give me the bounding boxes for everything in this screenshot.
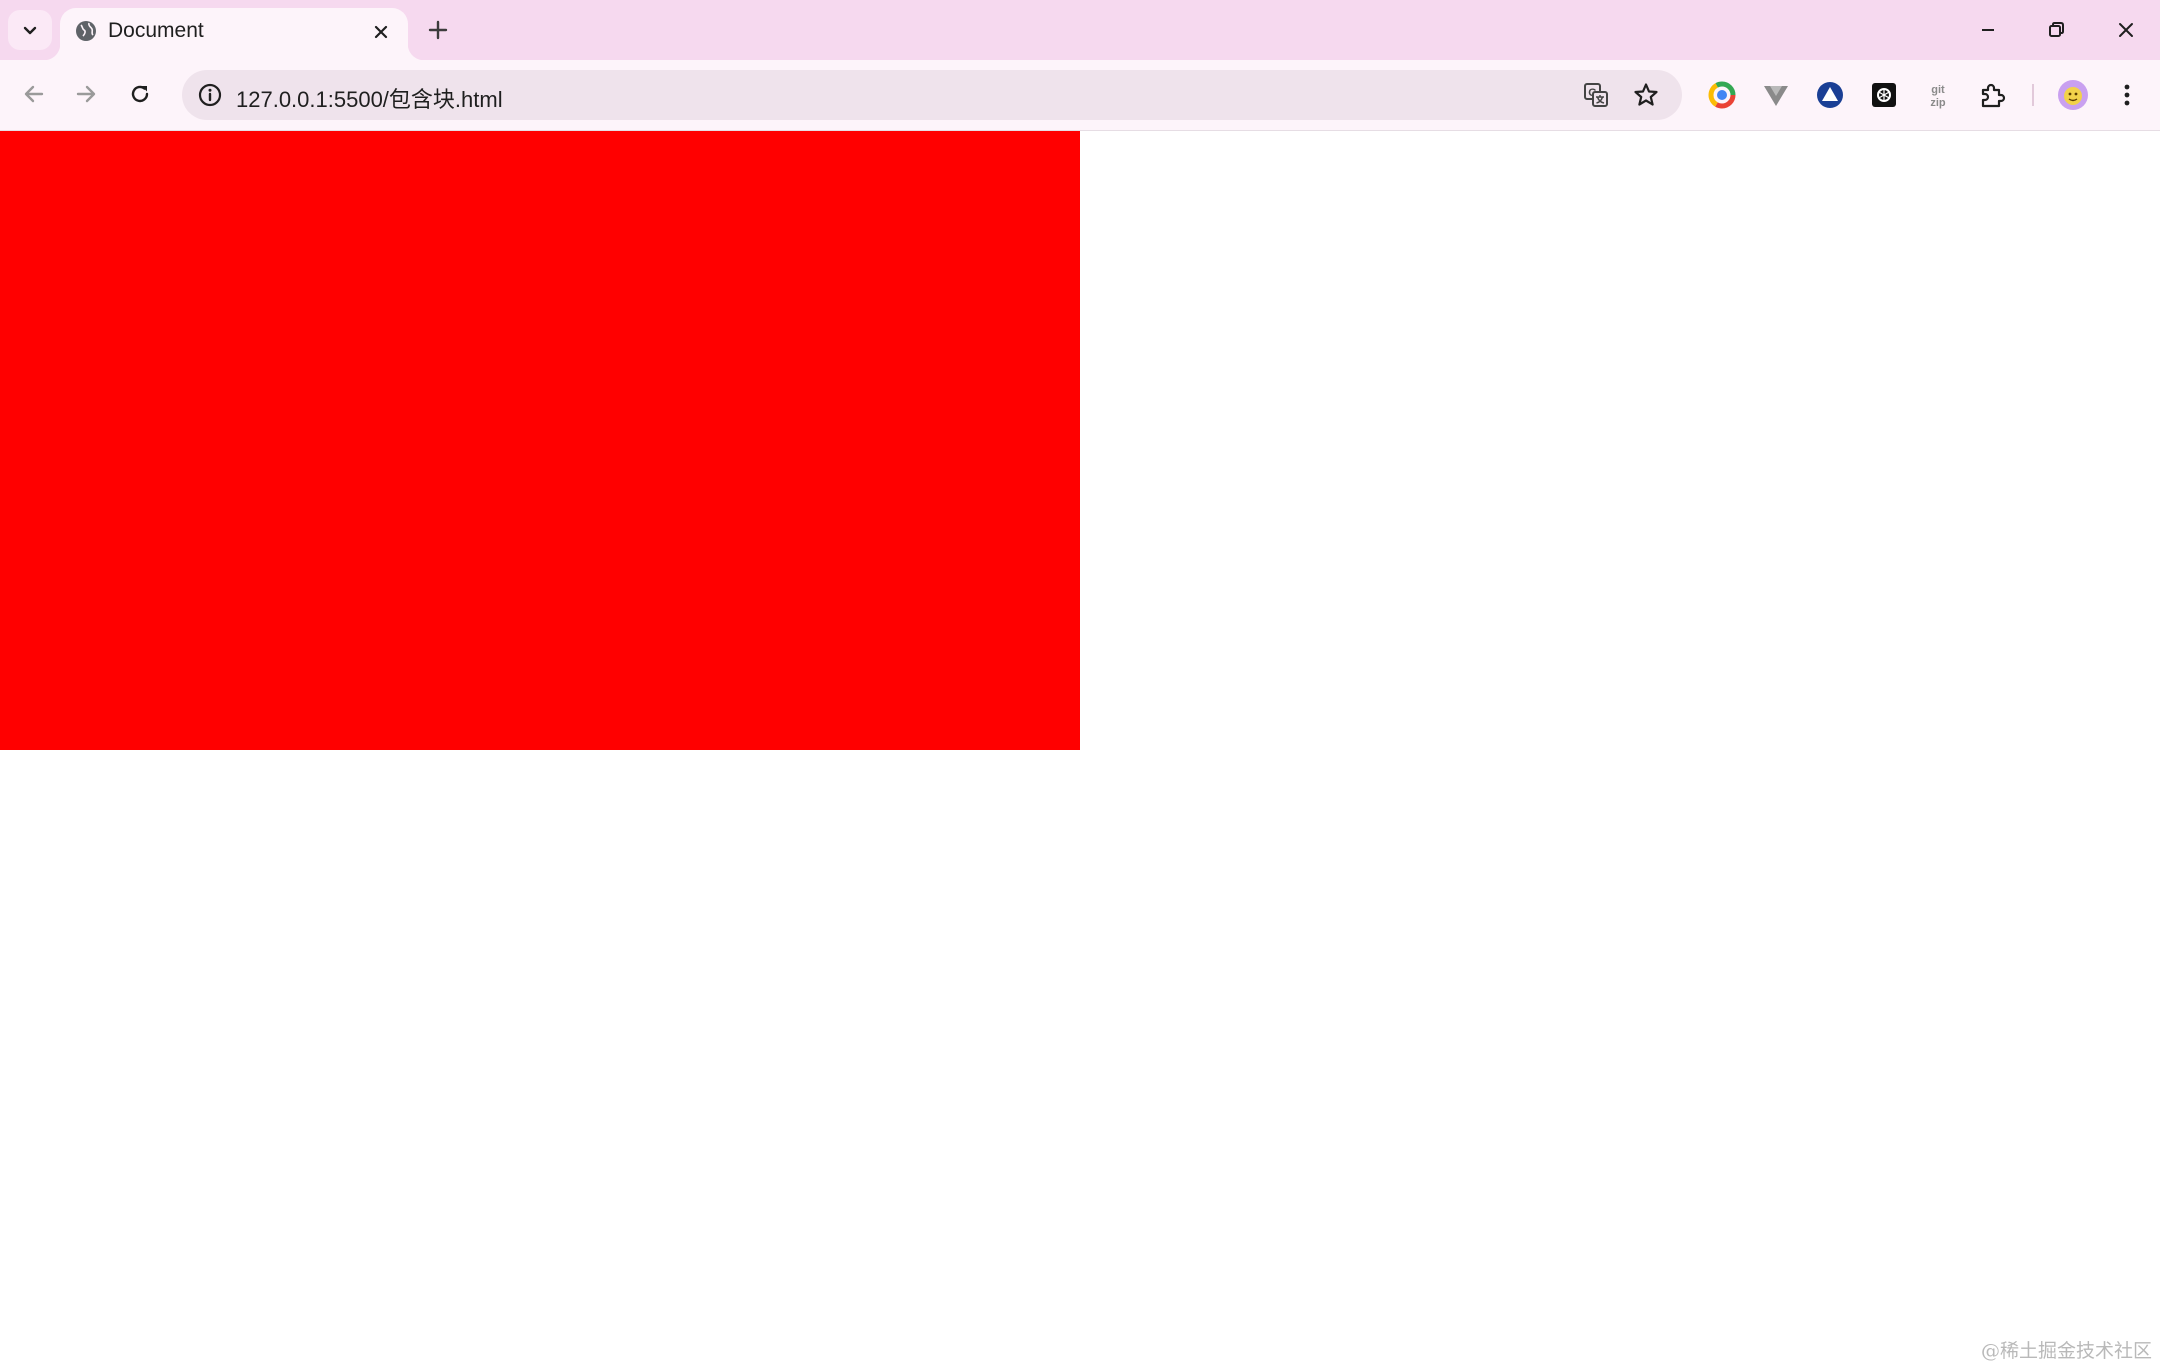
puzzle-icon[interactable] xyxy=(1976,79,2008,111)
address-bar[interactable]: 127.0.0.1:5500/包含块.html G xyxy=(182,70,1682,120)
arrow-right-icon[interactable] xyxy=(70,78,102,110)
plus-icon[interactable] xyxy=(424,16,452,44)
info-icon xyxy=(198,83,222,107)
close-icon[interactable] xyxy=(2112,16,2140,44)
color-ring-icon[interactable] xyxy=(1706,79,1738,111)
red-box xyxy=(0,131,1080,750)
avatar[interactable] xyxy=(2057,79,2089,111)
svg-text:git: git xyxy=(1931,84,1945,96)
chatgpt-icon[interactable] xyxy=(1868,79,1900,111)
translate-icon[interactable]: G xyxy=(1582,81,1610,109)
gitzip-icon[interactable]: git zip xyxy=(1922,79,1954,111)
star-icon[interactable] xyxy=(1632,81,1660,109)
reload-icon[interactable] xyxy=(124,78,156,110)
minimize-icon[interactable] xyxy=(1974,16,2002,44)
tab-strip: Document xyxy=(0,0,2160,60)
v-icon[interactable] xyxy=(1760,79,1792,111)
site-info-button[interactable] xyxy=(190,75,230,115)
tab-document[interactable]: Document xyxy=(44,8,424,60)
url-text[interactable]: 127.0.0.1:5500/包含块.html xyxy=(236,82,503,114)
triangle-icon[interactable] xyxy=(1814,79,1846,111)
toolbar-divider xyxy=(2032,84,2034,106)
restore-icon[interactable] xyxy=(2042,16,2070,44)
svg-text:zip: zip xyxy=(1930,97,1946,109)
close-icon[interactable] xyxy=(370,21,392,43)
tab-title: Document xyxy=(108,19,204,42)
kebab-menu-icon[interactable] xyxy=(2111,79,2143,111)
globe-icon xyxy=(76,21,96,41)
chevron-down-icon xyxy=(23,26,37,35)
browser-toolbar: 127.0.0.1:5500/包含块.html G git zip xyxy=(0,60,2160,131)
arrow-left-icon[interactable] xyxy=(18,78,50,110)
watermark: @稀土掘金技术社区 xyxy=(1980,1340,2152,1362)
